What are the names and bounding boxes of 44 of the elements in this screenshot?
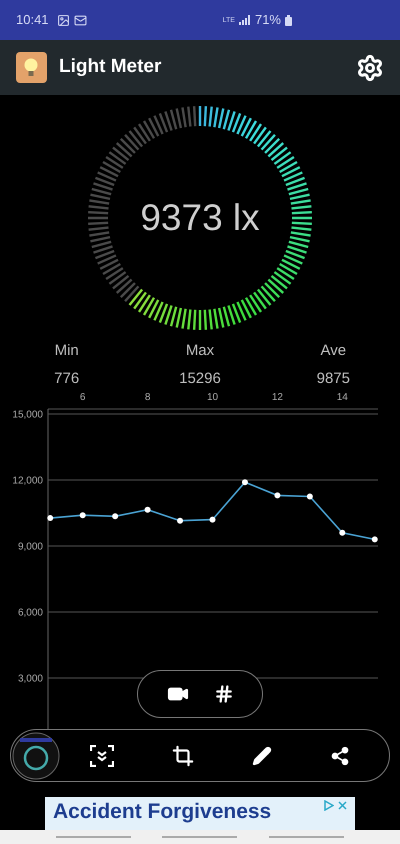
data-point	[306, 494, 313, 500]
data-point	[210, 516, 216, 523]
ad-headline: Accident Forgiveness	[53, 799, 272, 825]
app-title: Light Meter	[59, 55, 162, 80]
stat-value: 776	[54, 368, 80, 388]
x-tick-label: 8	[144, 392, 150, 403]
stat-label: Max	[186, 341, 214, 361]
data-point	[339, 530, 346, 536]
clock: 10:41	[16, 11, 49, 30]
share-icon[interactable]	[330, 746, 350, 766]
y-tick-label: 6,000	[18, 608, 43, 618]
hashtag-icon[interactable]	[214, 684, 234, 704]
stat-value: 9875	[316, 368, 350, 388]
stat-value: 15296	[179, 368, 221, 388]
lux-reading: 9373 lx	[140, 196, 260, 240]
y-tick-label: 15,000	[12, 410, 43, 420]
data-point	[144, 506, 151, 513]
data-point	[372, 536, 378, 542]
lightbulb-icon	[16, 52, 47, 83]
data-point	[274, 492, 280, 498]
x-tick-label: 12	[272, 392, 283, 403]
crop-icon[interactable]	[172, 744, 194, 766]
battery-percent: 71%	[254, 11, 281, 30]
stat-label: Min	[54, 341, 79, 361]
y-tick-label: 12,000	[12, 476, 43, 486]
x-tick-label: 10	[206, 392, 218, 403]
battery-icon	[285, 14, 292, 26]
x-tick-label: 14	[336, 392, 348, 403]
mail-icon	[74, 14, 87, 26]
scroll-capture-icon[interactable]	[90, 744, 114, 766]
pencil-icon[interactable]	[252, 746, 272, 766]
y-tick-label: 3,000	[18, 674, 43, 684]
data-point	[80, 512, 86, 518]
data-point	[242, 479, 248, 486]
signal-icon	[238, 15, 251, 25]
screenshot-thumbnail[interactable]	[12, 732, 60, 780]
settings-icon[interactable]	[356, 54, 384, 82]
stat-label: Ave	[320, 341, 346, 361]
x-tick-label: 6	[80, 392, 86, 403]
y-tick-label: 9,000	[18, 542, 43, 552]
data-point	[47, 515, 54, 522]
data-point	[177, 518, 184, 524]
data-point	[112, 513, 118, 520]
image-icon	[56, 14, 70, 26]
